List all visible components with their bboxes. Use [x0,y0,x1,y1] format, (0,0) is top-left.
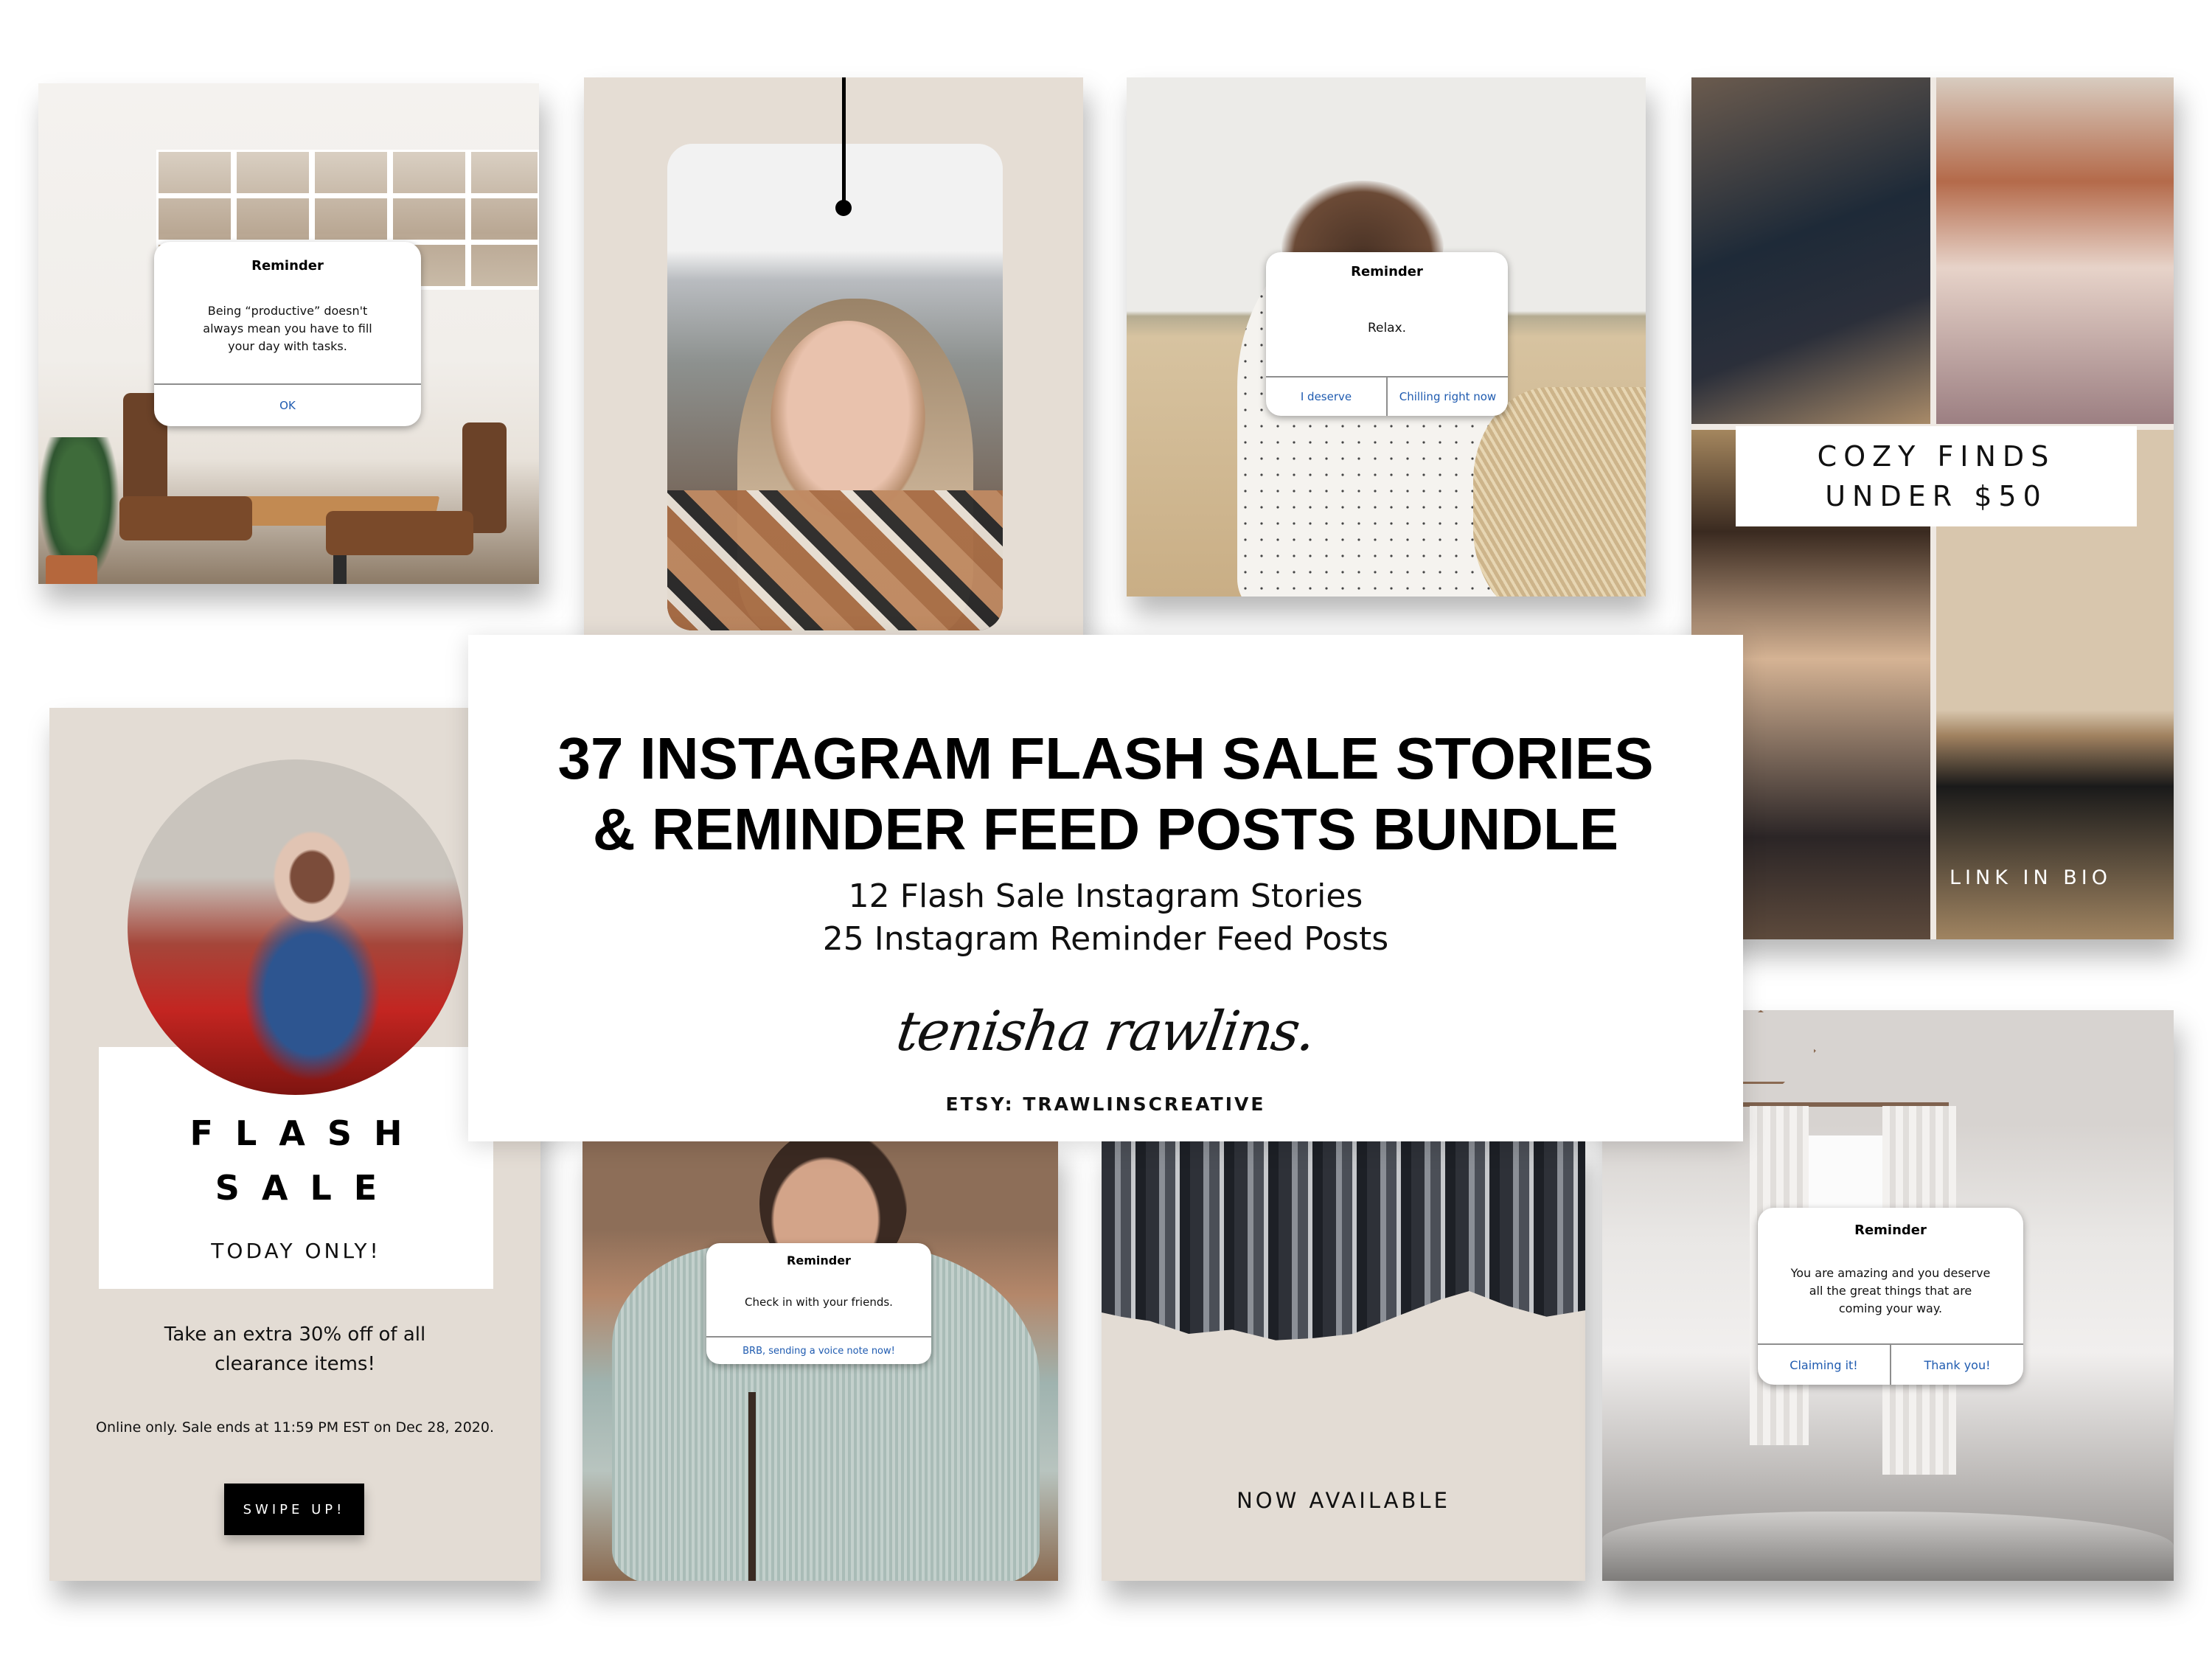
dialog-message: You are amazing and you deserve all the … [1790,1265,1991,1315]
now-available-story: NOW AVAILABLE [1102,1141,1585,1581]
bundle-title-line1: 37 INSTAGRAM FLASH SALE STORIES [557,726,1654,791]
tag-photo-card [667,144,1003,630]
dialog-message: Being “productive” doesn't always mean y… [203,303,372,353]
flash-sale-title: FLASH SALE [99,1106,493,1215]
cafe-reminder-post: Reminder Being “productive” doesn't alwa… [38,83,539,584]
flash-sale-story: FLASH SALE TODAY ONLY! Take an extra 30%… [49,708,540,1581]
designer-signature: tenisha rawlins. [892,1000,1319,1063]
ok-button[interactable]: OK [154,385,421,426]
clothing-rack-photo [1102,1141,1585,1340]
i-deserve-button[interactable]: I deserve [1266,378,1386,416]
dialog-actions: I deserve Chilling right now [1266,376,1508,416]
offer-text: Take an extra 30% off of all clearance i… [164,1324,426,1375]
tag-string [842,77,846,206]
etsy-shop-name: ETSY: TRAWLINSCREATIVE [945,1093,1266,1115]
flash-title-line1: FLASH [189,1113,425,1153]
hay-photo-detail [1473,387,1646,597]
thank-you-button[interactable]: Thank you! [1890,1345,2023,1385]
flash-title-line2: SALE [215,1168,400,1208]
dialog-title: Reminder [787,1253,851,1267]
bundle-subtitle: 12 Flash Sale Instagram Stories 25 Insta… [468,875,1743,961]
claiming-it-button[interactable]: Claiming it! [1758,1345,1890,1385]
chair-seat-photo-detail [326,511,473,555]
now-available-text: NOW AVAILABLE [1237,1488,1450,1513]
bundle-subtitle-line1: 12 Flash Sale Instagram Stories [848,877,1363,915]
link-in-bio-text: LINK IN BIO [1950,866,2112,889]
dialog-title: Reminder [251,258,324,274]
cozy-headline-line1: COZY FINDS [1817,440,2056,473]
bed-photo-detail [1602,1512,2174,1581]
chair-seat-photo-detail [119,496,252,540]
bundle-title: 37 INSTAGRAM FLASH SALE STORIES & REMIND… [468,723,1743,865]
reminder-dialog: Reminder You are amazing and you deserve… [1758,1208,2023,1385]
voice-note-button[interactable]: BRB, sending a voice note now! [706,1338,931,1364]
today-only-text: TODAY ONLY! [211,1239,381,1263]
field-reminder-post: Reminder Relax. I deserve Chilling right… [1127,77,1646,597]
reminder-dialog: Reminder Relax. I deserve Chilling right… [1266,252,1508,416]
photo-mug-hands [1691,77,1930,424]
straw-photo-detail [748,1392,756,1581]
bundle-subtitle-line2: 25 Instagram Reminder Feed Posts [822,920,1389,958]
bundle-title-line2: & REMINDER FEED POSTS BUNDLE [592,796,1619,862]
pot-photo-detail [46,555,97,584]
fine-print-text: Online only. Sale ends at 11:59 PM EST o… [95,1419,494,1436]
shopping-cart-photo-circle [128,759,463,1095]
friends-reminder-post: Reminder Check in with your friends. BRB… [582,1141,1058,1581]
swipe-up-button[interactable]: SWIPE UP! [224,1484,364,1535]
center-title-card: 37 INSTAGRAM FLASH SALE STORIES & REMIND… [468,635,1743,1141]
dialog-title: Reminder [1351,264,1423,279]
dialog-actions: BRB, sending a voice note now! [706,1336,931,1364]
tag-hole-dot [835,200,852,216]
scarf-photo-detail [667,490,1003,630]
dialog-message: Relax. [1367,320,1407,335]
cozy-headline-line2: UNDER $50 [1825,480,2048,512]
reminder-dialog: Reminder Check in with your friends. BRB… [706,1243,931,1364]
hanging-tag-story [584,77,1083,635]
cozy-headline-box: COZY FINDS UNDER $50 [1736,426,2137,526]
photo-curly-hair-woman [1936,77,2174,424]
dialog-message: Check in with your friends. [745,1295,893,1309]
cozy-finds-story: COZY FINDS UNDER $50 LINK IN BIO [1691,77,2174,939]
dialog-actions: Claiming it! Thank you! [1758,1343,2023,1385]
reminder-dialog: Reminder Being “productive” doesn't alwa… [154,242,421,426]
chilling-right-now-button[interactable]: Chilling right now [1386,378,1508,416]
dialog-actions: OK [154,383,421,426]
dialog-title: Reminder [1854,1222,1927,1238]
